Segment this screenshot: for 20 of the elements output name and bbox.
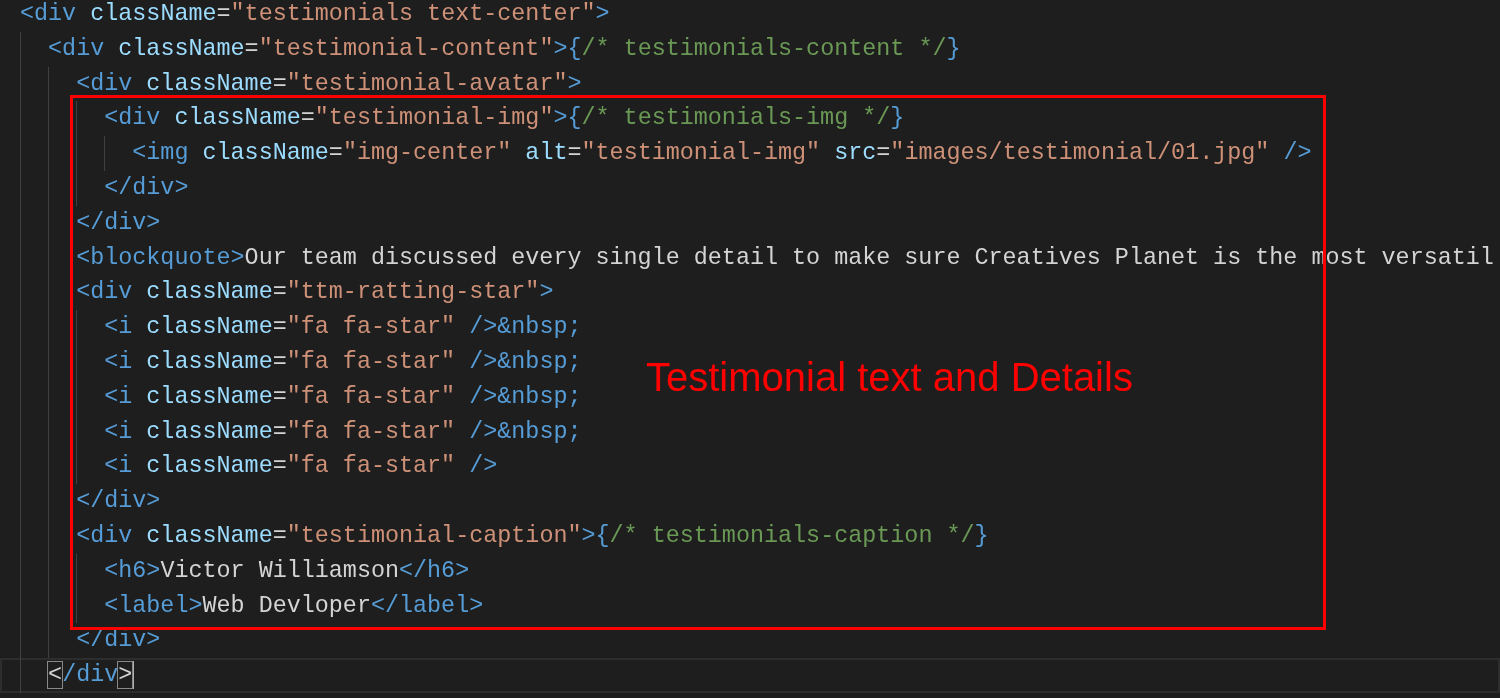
code-line: <i className="fa fa-star" />&nbsp; — [103, 382, 582, 412]
code-line: <div className="testimonial-img">{/* testimonials-img */} — [103, 104, 905, 134]
code-line: <h6>Victor Williamson</h6> — [103, 556, 470, 586]
code-line: <i className="fa fa-star" />&nbsp; — [103, 347, 582, 377]
code-line: <i className="fa fa-star" />&nbsp; — [103, 313, 582, 343]
code-line: </div> — [75, 487, 161, 517]
code-line: </div> — [75, 208, 161, 238]
code-line: <img className="img-center" alt="testimonial-img" src="images/testimonial/01.jpg" /> — [131, 139, 1312, 169]
code-line: <div className="testimonials text-center"> — [20, 0, 610, 29]
code-line: <label>Web Devloper</label> — [103, 591, 484, 621]
code-line: </div> — [103, 174, 189, 203]
code-line: <div className="testimonial-avatar"> — [75, 69, 582, 99]
code-line: <div className="ttm-ratting-star"> — [75, 278, 554, 308]
code-line: </div> — [47, 659, 135, 691]
code-line: <i className="fa fa-star" />&nbsp; — [103, 417, 582, 447]
code-line: </div> — [75, 626, 161, 656]
code-line: <div className="testimonial-content">{/* testimonials-content */} — [47, 34, 961, 64]
annotation-label: Testimonial text and Details — [646, 355, 1133, 400]
code-line: <i className="fa fa-star" /> — [103, 452, 498, 482]
code-line: <div className="testimonial-caption">{/* testimonials-caption */} — [75, 521, 989, 551]
